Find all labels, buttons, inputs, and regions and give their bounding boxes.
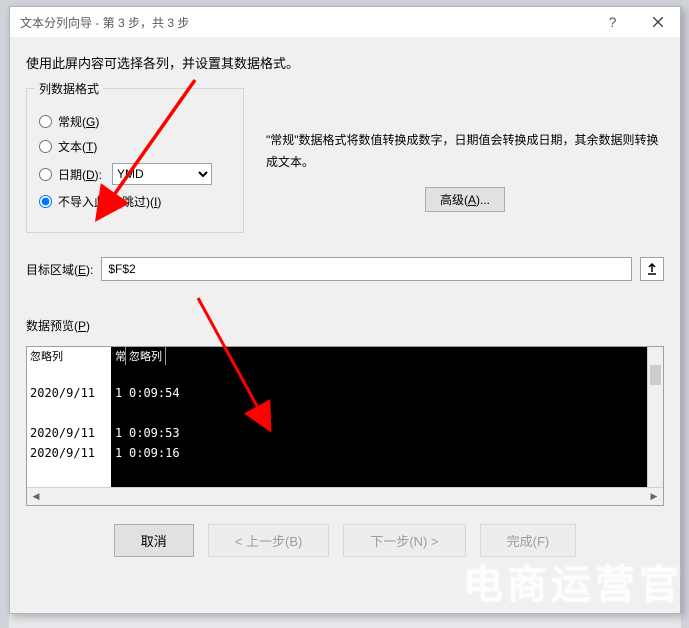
radio-date-input[interactable] — [39, 168, 52, 181]
radio-date-label: 日期(D): — [58, 166, 102, 183]
destination-label: 目标区域(E): — [26, 261, 93, 278]
dialog-title: 文本分列向导 - 第 3 步，共 3 步 — [20, 14, 590, 31]
finish-button[interactable]: 完成(F) — [480, 524, 577, 557]
cell: 0:09:16 — [126, 445, 190, 465]
dialog-footer: 取消 < 上一步(B) 下一步(N) > 完成(F) — [26, 524, 664, 557]
vertical-scrollbar[interactable] — [647, 347, 663, 487]
refedit-button[interactable] — [640, 257, 664, 281]
scrollbar-thumb[interactable] — [650, 365, 661, 385]
help-button[interactable]: ? — [590, 7, 635, 37]
preview-header-row: 忽略列 常 忽略列 — [27, 347, 647, 365]
date-format-select[interactable]: YMD — [112, 163, 212, 185]
cell — [112, 405, 125, 425]
format-description: "常规"数据格式将数值转换成数字，日期值会转换成日期，其余数据则转换成文本。 — [266, 130, 664, 173]
cell: 1 — [112, 385, 125, 405]
cell: 0:09:54 — [126, 385, 190, 405]
preview-label: 数据预览(P) — [26, 317, 664, 334]
preview-col-0[interactable]: 2020/9/11 2020/9/11 2020/9/11 — [27, 365, 112, 487]
preview-fill — [190, 365, 647, 487]
instruction-text: 使用此屏内容可选择各列，并设置其数据格式。 — [26, 53, 664, 72]
cell — [126, 405, 190, 425]
scroll-left-icon[interactable]: ◀ — [27, 491, 45, 502]
preview-col-2[interactable]: 0:09:54 0:09:53 0:09:16 — [126, 365, 190, 487]
radio-text[interactable]: 文本(T) — [39, 138, 231, 155]
radio-date[interactable]: 日期(D): YMD — [39, 163, 231, 185]
cancel-button[interactable]: 取消 — [114, 524, 194, 557]
collapse-dialog-icon — [646, 263, 658, 275]
horizontal-scrollbar[interactable]: ◀ ▶ — [27, 487, 663, 505]
radio-general[interactable]: 常规(G) — [39, 113, 231, 130]
header-col-2: 忽略列 — [126, 347, 166, 365]
header-col-1: 常 — [112, 347, 126, 365]
data-preview: 忽略列 常 忽略列 2020/9/11 2020/9/11 2020/9/11 — [26, 346, 664, 506]
radio-skip[interactable]: 不导入此列(跳过)(I) — [39, 193, 231, 210]
cell: 2020/9/11 — [27, 425, 111, 445]
titlebar: 文本分列向导 - 第 3 步，共 3 步 ? — [10, 7, 680, 37]
header-col-0: 忽略列 — [27, 347, 112, 365]
destination-input[interactable] — [101, 257, 632, 281]
cell — [126, 365, 190, 385]
preview-col-1[interactable]: 1 1 1 — [112, 365, 126, 487]
cell — [27, 405, 111, 425]
radio-skip-input[interactable] — [39, 195, 52, 208]
advanced-button[interactable]: 高级(A)... — [425, 187, 505, 212]
cell: 2020/9/11 — [27, 445, 111, 465]
next-button[interactable]: 下一步(N) > — [343, 524, 465, 557]
cell: 0:09:53 — [126, 425, 190, 445]
back-button[interactable]: < 上一步(B) — [208, 524, 330, 557]
cell: 1 — [112, 445, 125, 465]
close-icon — [653, 17, 663, 27]
cell — [27, 365, 111, 385]
column-data-format-group: 列数据格式 常规(G) 文本(T) 日期(D): YMD — [26, 88, 244, 233]
cell — [112, 365, 125, 385]
close-button[interactable] — [635, 7, 680, 37]
cell: 2020/9/11 — [27, 385, 111, 405]
wizard-dialog: 文本分列向导 - 第 3 步，共 3 步 ? 使用此屏内容可选择各列，并设置其数… — [9, 6, 681, 614]
radio-general-input[interactable] — [39, 115, 52, 128]
radio-general-label: 常规(G) — [58, 113, 99, 130]
radio-text-input[interactable] — [39, 140, 52, 153]
cell: 1 — [112, 425, 125, 445]
radio-text-label: 文本(T) — [58, 138, 97, 155]
radio-skip-label: 不导入此列(跳过)(I) — [58, 193, 161, 210]
group-legend: 列数据格式 — [35, 80, 103, 97]
scroll-right-icon[interactable]: ▶ — [645, 491, 663, 502]
